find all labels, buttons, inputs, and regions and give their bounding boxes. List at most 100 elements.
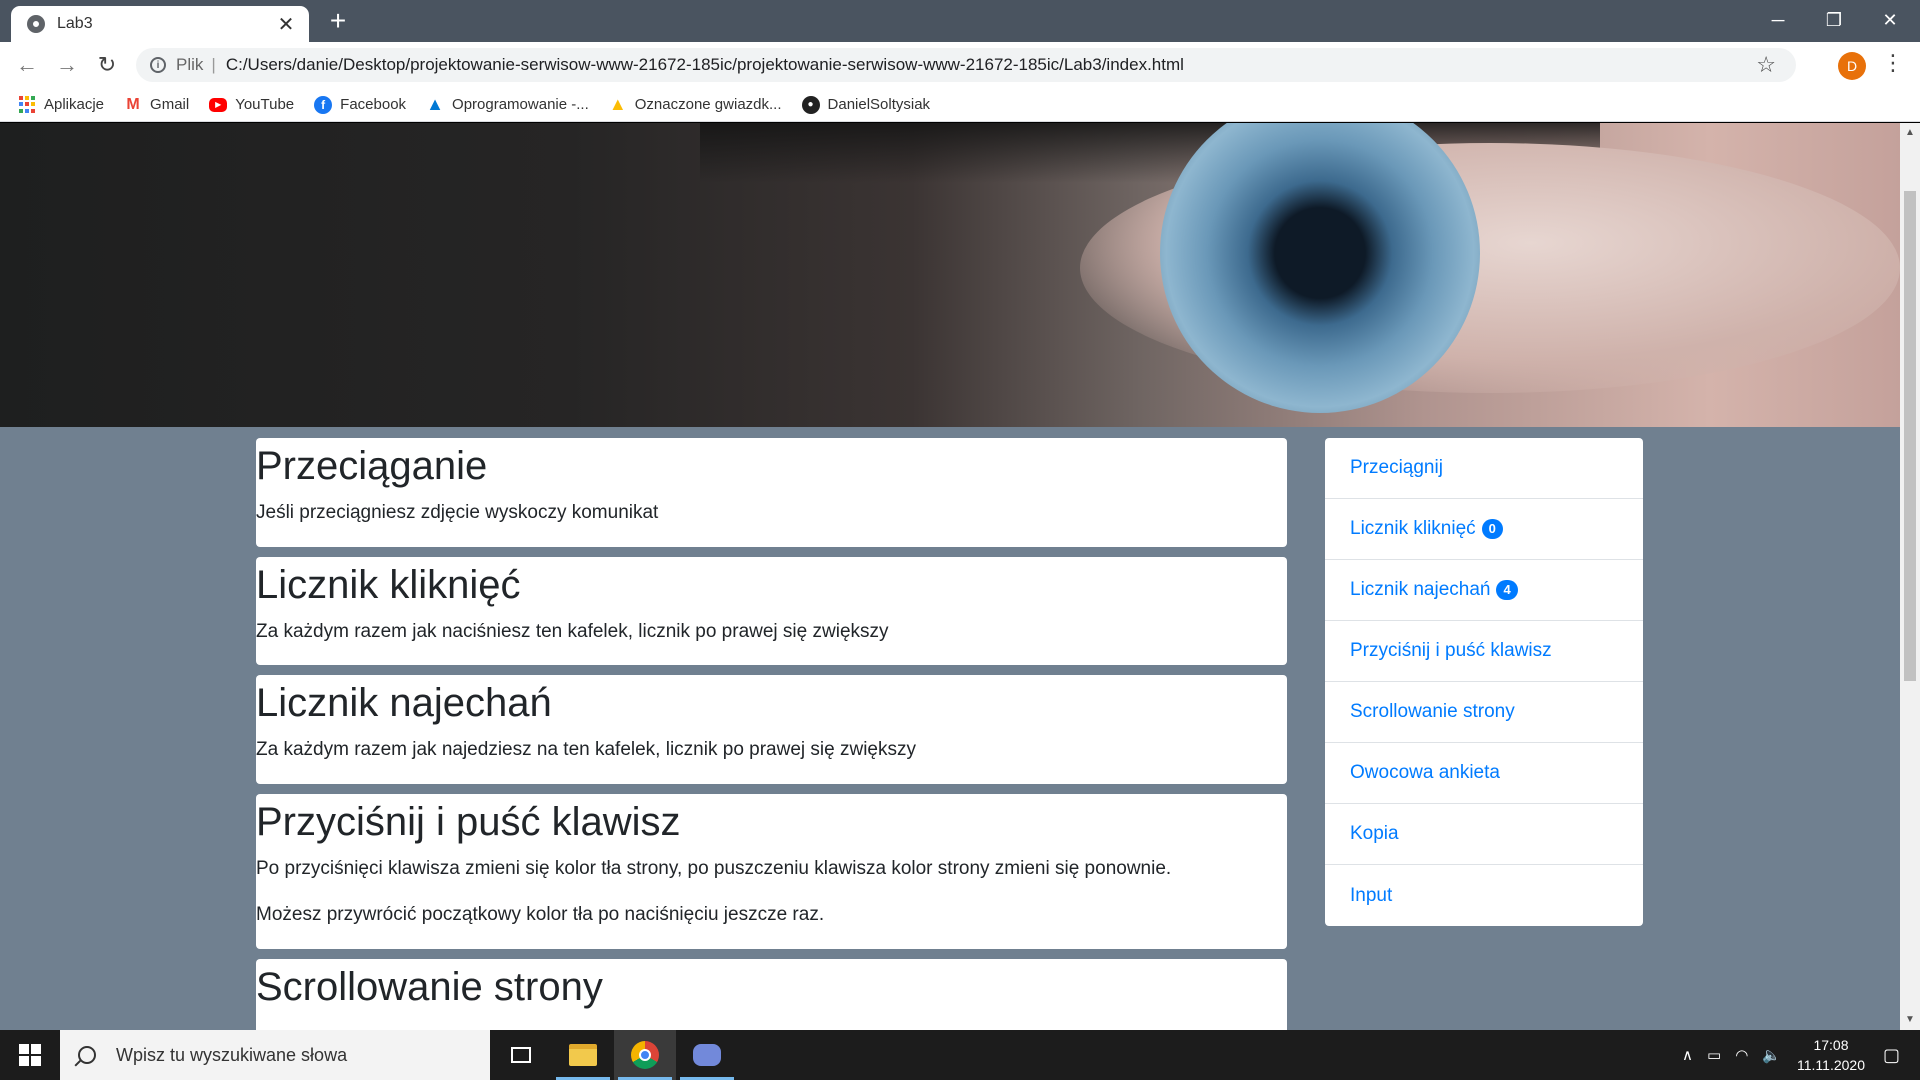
page-viewport: Przeciąganie Jeśli przeciągniesz zdjęcie… <box>0 123 1900 1030</box>
close-tab-icon[interactable]: ✕ <box>275 12 297 37</box>
hero-eye-image[interactable] <box>0 123 1900 427</box>
card-scroll[interactable]: Scrollowanie strony <box>256 958 1287 1030</box>
sidebar-item-label: Scrollowanie strony <box>1350 701 1515 722</box>
card-text: Za każdym razem jak najedziesz na ten ka… <box>256 739 916 761</box>
show-hidden-icons-icon[interactable]: ∧ <box>1682 1046 1693 1064</box>
card-title: Licznik najechań <box>256 681 552 726</box>
bookmark-star-icon[interactable]: ☆ <box>1756 52 1776 78</box>
bookmark-label: DanielSoltysiak <box>827 96 931 113</box>
sidebar-item-kopia[interactable]: Kopia <box>1325 804 1643 865</box>
sidebar-list: Przeciągnij Licznik kliknięć 0 Licznik n… <box>1325 438 1643 926</box>
close-window-button[interactable]: ✕ <box>1862 0 1918 40</box>
card-title: Przeciąganie <box>256 444 488 488</box>
task-view-icon <box>511 1047 531 1063</box>
bookmark-github[interactable]: ● DanielSoltysiak <box>801 95 931 114</box>
bookmark-oznaczone[interactable]: ▲ Oznaczone gwiazdk... <box>608 94 782 114</box>
wifi-icon[interactable]: ◠ <box>1735 1046 1748 1064</box>
sidebar-item-label: Licznik najechań <box>1350 579 1491 600</box>
sidebar-item-label: Input <box>1350 884 1393 906</box>
card-text: Możesz przywrócić początkowy kolor tła p… <box>256 904 825 926</box>
main-content: Przeciąganie Jeśli przeciągniesz zdjęcie… <box>256 438 1287 1030</box>
bookmark-label: Oznaczone gwiazdk... <box>634 96 782 113</box>
bookmark-oprogramowanie[interactable]: ▲ Oprogramowanie -... <box>426 94 589 114</box>
sidebar-item-label: Owocowa ankieta <box>1350 762 1500 783</box>
bookmark-label: Gmail <box>150 96 190 113</box>
chrome-icon <box>631 1041 659 1069</box>
clock-date: 11.11.2020 <box>1796 1057 1865 1073</box>
sidebar-item-input[interactable]: Input <box>1325 865 1643 926</box>
clock-time: 17:08 <box>1813 1037 1849 1053</box>
search-icon <box>78 1046 96 1064</box>
scroll-up-arrow-icon[interactable]: ▲ <box>1904 127 1916 139</box>
bookmark-aplikacje[interactable]: Aplikacje <box>18 95 105 114</box>
address-bar[interactable]: i Plik | C:/Users/danie/Desktop/projekto… <box>136 48 1796 82</box>
back-button[interactable]: ← <box>12 50 42 80</box>
address-separator: | <box>211 55 216 74</box>
sidebar-item-licznik-klikniec[interactable]: Licznik kliknięć 0 <box>1325 499 1643 560</box>
sidebar-item-scrollowanie[interactable]: Scrollowanie strony <box>1325 682 1643 743</box>
sidebar-item-label: Kopia <box>1350 823 1399 844</box>
scroll-down-arrow-icon[interactable]: ▼ <box>1904 1014 1916 1026</box>
tab-title: Lab3 <box>57 15 93 32</box>
system-tray: ∧ ▭ ◠ 🔈 17:08 11.11.2020 ▢ <box>1682 1030 1920 1080</box>
taskbar-search[interactable]: Wpisz tu wyszukiwane słowa <box>60 1030 490 1080</box>
bookmark-youtube[interactable]: ▶ YouTube <box>209 96 294 113</box>
folder-icon <box>569 1044 597 1066</box>
profile-avatar[interactable]: D <box>1838 52 1866 80</box>
restore-button[interactable]: ❐ <box>1806 0 1862 40</box>
minimize-button[interactable]: ─ <box>1750 0 1806 40</box>
bookmark-label: Aplikacje <box>44 96 105 113</box>
sidebar-item-label: Przeciągnij <box>1350 457 1443 478</box>
battery-icon[interactable]: ▭ <box>1707 1046 1721 1064</box>
address-scheme: Plik <box>176 55 204 74</box>
bookmarks-bar: Aplikacje M Gmail ▶ YouTube f Facebook ▲… <box>0 88 1920 122</box>
taskbar-discord[interactable] <box>676 1030 738 1080</box>
sidebar-item-ankieta[interactable]: Owocowa ankieta <box>1325 743 1643 804</box>
card-title: Przyciśnij i puść klawisz <box>256 799 681 844</box>
page-scrollbar[interactable]: ▲ ▼ <box>1900 123 1920 1030</box>
bookmark-gmail[interactable]: M Gmail <box>124 96 189 114</box>
volume-icon[interactable]: 🔈 <box>1762 1046 1781 1064</box>
sidebar-item-label: Licznik kliknięć <box>1350 518 1476 539</box>
card-hover-counter[interactable]: Licznik najechań Za każdym razem jak naj… <box>256 675 1287 784</box>
address-url[interactable]: C:/Users/danie/Desktop/projektowanie-ser… <box>226 55 1184 75</box>
windows-logo-icon <box>19 1044 41 1066</box>
start-button[interactable] <box>0 1030 60 1080</box>
card-text: Jeśli przeciągniesz zdjęcie wyskoczy kom… <box>256 502 659 523</box>
scrollbar-thumb[interactable] <box>1904 191 1916 681</box>
task-view-button[interactable] <box>490 1030 552 1080</box>
sidebar-item-przeciagnij[interactable]: Przeciągnij <box>1325 438 1643 499</box>
taskbar-chrome[interactable] <box>614 1030 676 1080</box>
discord-icon <box>693 1044 721 1066</box>
card-title: Licznik kliknięć <box>256 562 521 607</box>
gmail-icon: M <box>126 95 140 113</box>
youtube-icon: ▶ <box>209 97 228 112</box>
taskbar-clock[interactable]: 17:08 11.11.2020 <box>1797 1035 1865 1075</box>
sidebar-item-licznik-najechan[interactable]: Licznik najechań 4 <box>1325 560 1643 621</box>
sidebar-item-klawisz[interactable]: Przyciśnij i puść klawisz <box>1325 621 1643 682</box>
hover-count-badge: 4 <box>1496 580 1518 600</box>
reload-button[interactable]: ↻ <box>92 50 122 80</box>
notifications-icon[interactable]: ▢ <box>1883 1045 1900 1066</box>
bookmark-facebook[interactable]: f Facebook <box>314 95 407 114</box>
facebook-icon: f <box>314 95 333 114</box>
new-tab-button[interactable]: + <box>322 5 354 37</box>
card-click-counter[interactable]: Licznik kliknięć Za każdym razem jak nac… <box>256 556 1287 666</box>
browser-tab-strip: Lab3 ✕ + ─ ❐ ✕ <box>0 0 1920 42</box>
azure-icon: ▲ <box>426 94 444 114</box>
bookmark-label: Facebook <box>340 96 407 113</box>
google-drive-icon: ▲ <box>608 94 627 114</box>
card-text: Po przyciśnięci klawisza zmieni się kolo… <box>256 857 1172 879</box>
click-count-badge: 0 <box>1481 519 1503 539</box>
card-drag[interactable]: Przeciąganie Jeśli przeciągniesz zdjęcie… <box>256 438 1287 547</box>
browser-tab[interactable]: Lab3 ✕ <box>11 6 309 42</box>
info-icon[interactable]: i <box>150 57 166 73</box>
bookmark-label: Oprogramowanie -... <box>452 96 589 113</box>
card-key-press[interactable]: Przyciśnij i puść klawisz Po przyciśnięc… <box>256 793 1287 949</box>
taskbar-file-explorer[interactable] <box>552 1030 614 1080</box>
browser-menu-icon[interactable]: ⋮ <box>1882 50 1904 76</box>
windows-taskbar: Wpisz tu wyszukiwane słowa ∧ ▭ ◠ 🔈 17:08… <box>0 1030 1920 1080</box>
bookmark-label: YouTube <box>235 96 295 113</box>
forward-button[interactable]: → <box>52 50 82 80</box>
apps-grid-icon <box>18 95 36 114</box>
